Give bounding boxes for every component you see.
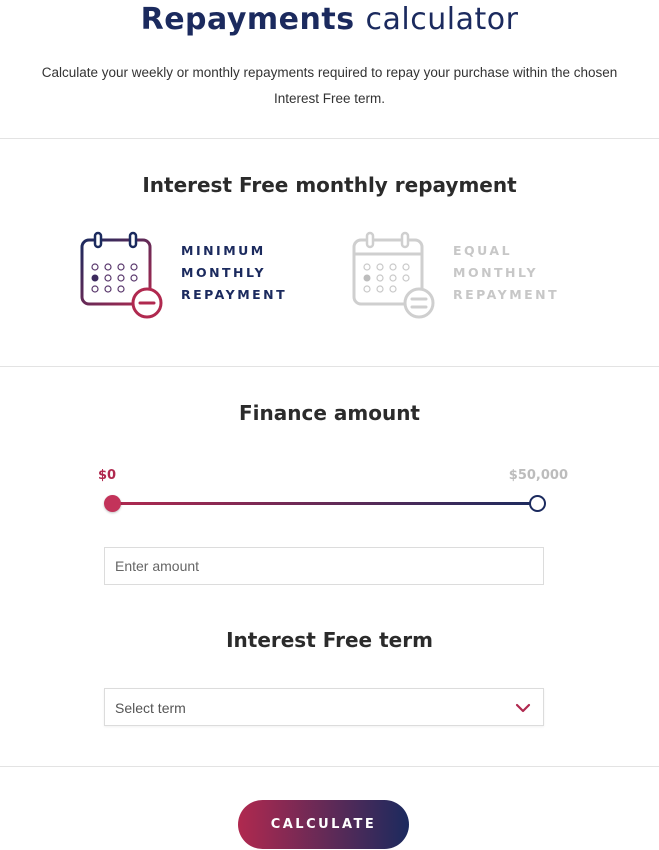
minimum-monthly-repayment-option[interactable]: MINIMUM MONTHLY REPAYMENT	[78, 228, 308, 328]
minimum-monthly-repayment-label: MINIMUM MONTHLY REPAYMENT	[181, 243, 288, 302]
page-title: Repayments calculator	[0, 2, 659, 37]
slider-max-handle[interactable]	[529, 495, 546, 512]
calculate-button[interactable]: CALCULATE	[238, 800, 409, 849]
divider	[0, 366, 659, 367]
term-select[interactable]: Select term	[104, 688, 544, 726]
calendar-equals-icon	[352, 231, 435, 319]
calendar-minus-icon	[80, 231, 163, 319]
repayment-type-heading: Interest Free monthly repayment	[142, 173, 517, 197]
equal-monthly-repayment-label: EQUAL MONTHLY REPAYMENT	[453, 243, 560, 302]
amount-input[interactable]	[104, 547, 544, 585]
page-subtitle: Calculate your weekly or monthly repayme…	[41, 65, 618, 106]
term-select-value: Select term	[115, 700, 186, 716]
slider-max-label: $50,000	[508, 468, 568, 483]
divider	[0, 138, 659, 139]
divider	[0, 766, 659, 767]
finance-amount-slider-track[interactable]	[112, 502, 538, 505]
title-light: calculator	[365, 2, 519, 37]
slider-min-handle[interactable]	[104, 495, 121, 512]
equal-monthly-repayment-option[interactable]: EQUAL MONTHLY REPAYMENT	[350, 228, 580, 328]
chevron-down-icon	[515, 703, 531, 713]
interest-free-term-heading: Interest Free term	[226, 628, 433, 652]
title-bold: Repayments	[140, 2, 355, 37]
slider-min-label: $0	[98, 468, 117, 483]
finance-amount-heading: Finance amount	[239, 401, 420, 425]
